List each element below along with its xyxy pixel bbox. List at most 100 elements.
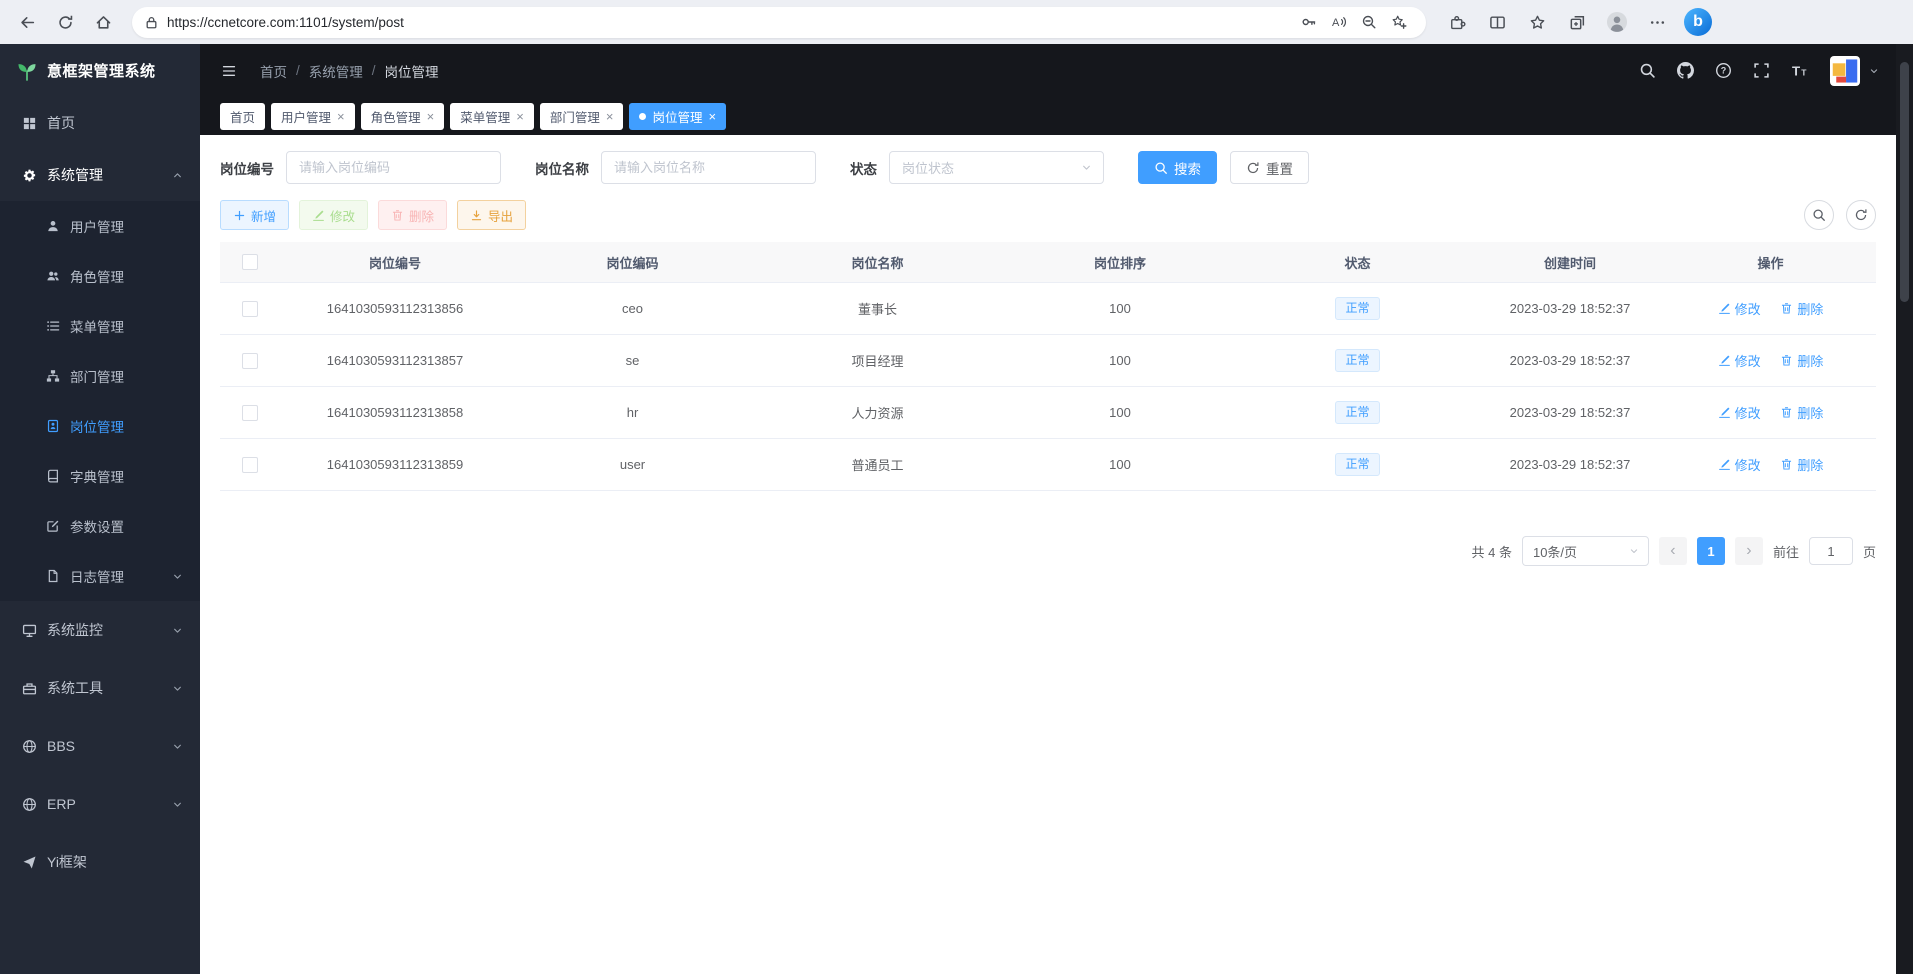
- read-aloud-button[interactable]: [1324, 8, 1354, 36]
- sidebar-item-logs[interactable]: 日志管理: [0, 551, 200, 601]
- add-button[interactable]: 新增: [220, 200, 289, 230]
- tab-posts[interactable]: 岗位管理 ×: [629, 103, 726, 130]
- export-button[interactable]: 导出: [457, 200, 526, 230]
- nav-search-button[interactable]: [1639, 62, 1656, 79]
- avatar-logo-icon: [1831, 57, 1859, 85]
- sidebar-item-system[interactable]: 系统管理: [0, 149, 200, 201]
- sidebar-item-dictionary[interactable]: 字典管理: [0, 451, 200, 501]
- scrollbar-thumb[interactable]: [1900, 62, 1909, 302]
- sidebar-item-monitoring[interactable]: 系统监控: [0, 601, 200, 659]
- favorites-button[interactable]: [1520, 6, 1554, 38]
- breadcrumb-home[interactable]: 首页: [260, 61, 287, 81]
- tab-departments[interactable]: 部门管理 ×: [540, 103, 624, 130]
- next-page-button[interactable]: ›: [1735, 537, 1763, 565]
- select-all-checkbox[interactable]: [242, 254, 258, 270]
- profile-button[interactable]: [1600, 6, 1634, 38]
- extensions-button[interactable]: [1440, 6, 1474, 38]
- edit-button-label: 修改: [330, 206, 355, 225]
- toggle-search-button[interactable]: [1804, 200, 1834, 230]
- sidebar-item-posts[interactable]: 岗位管理: [0, 401, 200, 451]
- users-icon: [46, 269, 60, 283]
- row-edit-link[interactable]: 修改: [1718, 351, 1761, 370]
- row-delete-link[interactable]: 删除: [1780, 299, 1823, 318]
- chevron-down-icon: [171, 682, 184, 695]
- breadcrumb-system[interactable]: 系统管理: [309, 61, 363, 81]
- sidebar-item-users[interactable]: 用户管理: [0, 201, 200, 251]
- prev-page-button[interactable]: ‹: [1659, 537, 1687, 565]
- tab-users[interactable]: 用户管理 ×: [271, 103, 355, 130]
- row-edit-link[interactable]: 修改: [1718, 299, 1761, 318]
- browser-refresh-button[interactable]: [48, 6, 82, 38]
- row-checkbox[interactable]: [242, 405, 258, 421]
- sidebar-item-yi-framework[interactable]: Yi框架: [0, 833, 200, 891]
- add-favorite-button[interactable]: [1384, 8, 1414, 36]
- avatar: [1830, 56, 1860, 86]
- sidebar-item-parameters[interactable]: 参数设置: [0, 501, 200, 551]
- browser-menu-button[interactable]: [1640, 6, 1674, 38]
- edit-button[interactable]: 修改: [299, 200, 368, 230]
- collections-button[interactable]: [1560, 6, 1594, 38]
- address-bar[interactable]: https://ccnetcore.com:1101/system/post: [132, 7, 1426, 38]
- close-icon[interactable]: ×: [516, 110, 524, 123]
- split-screen-button[interactable]: [1480, 6, 1514, 38]
- row-delete-link[interactable]: 删除: [1780, 455, 1823, 474]
- delete-button[interactable]: 删除: [378, 200, 447, 230]
- collapse-sidebar-button[interactable]: [216, 58, 242, 84]
- page-number-1[interactable]: 1: [1697, 537, 1725, 565]
- cell-post-code: se: [510, 335, 755, 387]
- sidebar-item-roles[interactable]: 角色管理: [0, 251, 200, 301]
- row-edit-link[interactable]: 修改: [1718, 455, 1761, 474]
- fullscreen-button[interactable]: [1753, 62, 1770, 79]
- dashboard-icon: [22, 116, 37, 131]
- close-icon[interactable]: ×: [708, 110, 716, 123]
- row-delete-link[interactable]: 删除: [1780, 403, 1823, 422]
- tab-roles[interactable]: 角色管理 ×: [361, 103, 445, 130]
- cell-post-name: 项目经理: [755, 335, 1000, 387]
- user-avatar-dropdown[interactable]: [1830, 56, 1880, 86]
- goto-page-input[interactable]: [1809, 537, 1853, 565]
- row-checkbox[interactable]: [242, 457, 258, 473]
- close-icon[interactable]: ×: [337, 110, 345, 123]
- cell-post-sort: 100: [1000, 335, 1240, 387]
- close-icon[interactable]: ×: [606, 110, 614, 123]
- chevron-down-icon: [1868, 65, 1880, 77]
- search-icon: [1639, 62, 1656, 79]
- help-button[interactable]: [1715, 62, 1732, 79]
- refresh-table-button[interactable]: [1846, 200, 1876, 230]
- post-code-label: 岗位编号: [220, 158, 274, 178]
- cell-created: 2023-03-29 18:52:37: [1475, 335, 1665, 387]
- page-size-select[interactable]: 10条/页: [1522, 536, 1649, 566]
- trash-icon: [1780, 302, 1793, 315]
- status-select[interactable]: 岗位状态: [889, 151, 1104, 184]
- github-button[interactable]: [1677, 62, 1694, 79]
- row-edit-link[interactable]: 修改: [1718, 403, 1761, 422]
- zoom-out-button[interactable]: [1354, 8, 1384, 36]
- zoom-out-icon: [1361, 14, 1377, 30]
- font-size-button[interactable]: [1791, 62, 1809, 79]
- reset-button[interactable]: 重置: [1230, 151, 1309, 184]
- back-icon: [19, 14, 36, 31]
- row-checkbox[interactable]: [242, 301, 258, 317]
- post-name-input[interactable]: [601, 151, 816, 184]
- sidebar-item-tools[interactable]: 系统工具: [0, 659, 200, 717]
- close-icon[interactable]: ×: [427, 110, 435, 123]
- sidebar-item-home[interactable]: 首页: [0, 97, 200, 149]
- trash-icon: [1780, 354, 1793, 367]
- post-code-input[interactable]: [286, 151, 501, 184]
- download-icon: [470, 209, 483, 222]
- browser-back-button[interactable]: [10, 6, 44, 38]
- chevron-down-icon: [171, 570, 184, 583]
- sidebar-item-menus[interactable]: 菜单管理: [0, 301, 200, 351]
- password-button[interactable]: [1294, 8, 1324, 36]
- browser-home-button[interactable]: [86, 6, 120, 38]
- tab-menus[interactable]: 菜单管理 ×: [450, 103, 534, 130]
- sidebar-item-bbs[interactable]: BBS: [0, 717, 200, 775]
- search-button[interactable]: 搜索: [1138, 151, 1217, 184]
- sidebar-item-erp[interactable]: ERP: [0, 775, 200, 833]
- sidebar-item-departments[interactable]: 部门管理: [0, 351, 200, 401]
- row-checkbox[interactable]: [242, 353, 258, 369]
- row-delete-link[interactable]: 删除: [1780, 351, 1823, 370]
- star-icon: [1529, 14, 1546, 31]
- tab-home[interactable]: 首页: [220, 103, 265, 130]
- bing-button[interactable]: b: [1684, 8, 1712, 36]
